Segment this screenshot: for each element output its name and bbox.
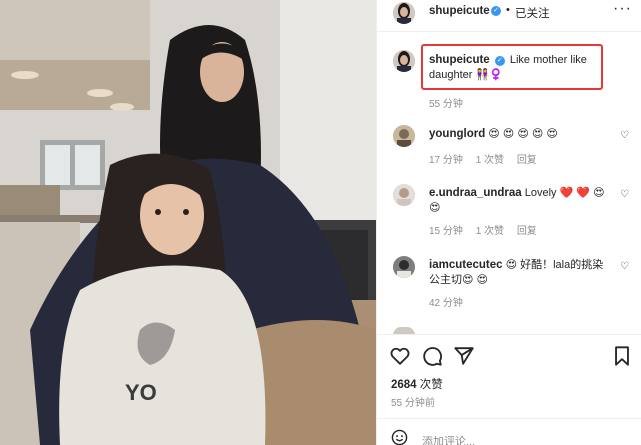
add-comment-bar: 添加评论... bbox=[377, 420, 641, 445]
comment-meta: 17 分钟 1 次赞 回复 bbox=[429, 151, 547, 166]
commenter-avatar[interactable] bbox=[393, 184, 415, 206]
paper-plane-icon[interactable] bbox=[453, 345, 475, 367]
author-avatar[interactable] bbox=[393, 2, 415, 24]
post-caption: shupeicute ✓ Like mother like daughter 👭… bbox=[429, 53, 599, 83]
reply-button[interactable]: 回复 bbox=[517, 226, 537, 237]
comment-like-heart-icon[interactable]: ♡ bbox=[620, 261, 629, 272]
post-photo[interactable]: YO bbox=[0, 0, 376, 445]
comment-meta: 15 分钟 1 次赞 回复 bbox=[429, 222, 547, 237]
caption-author-avatar[interactable] bbox=[393, 50, 415, 72]
caption-time: 55 分钟 bbox=[429, 99, 463, 110]
comment-like-heart-icon[interactable]: ♡ bbox=[620, 189, 629, 200]
posted-time: 55 分钟前 bbox=[391, 398, 435, 409]
verified-badge-icon: ✓ bbox=[494, 56, 505, 66]
bookmark-icon[interactable] bbox=[611, 345, 633, 367]
commenter-avatar[interactable] bbox=[393, 256, 415, 278]
comment-time: 17 分钟 bbox=[429, 155, 463, 166]
follow-status[interactable]: 已关注 bbox=[515, 5, 550, 21]
separator-dot: • bbox=[506, 4, 510, 16]
likes-number: 2684 bbox=[391, 379, 417, 391]
commenter-username[interactable]: e.undraa_undraa bbox=[429, 187, 522, 199]
action-bar bbox=[377, 345, 641, 367]
heart-outline-icon[interactable] bbox=[389, 345, 411, 367]
comment-like-heart-icon[interactable]: ♡ bbox=[620, 130, 629, 141]
comment-time: 15 分钟 bbox=[429, 226, 463, 237]
commenter-username[interactable]: younglord bbox=[429, 128, 485, 140]
caption-meta: 55 分钟 bbox=[429, 95, 473, 110]
likes-unit: 次赞 bbox=[419, 379, 443, 391]
comment-likes[interactable]: 1 次赞 bbox=[476, 155, 504, 166]
svg-text:YO: YO bbox=[125, 380, 157, 405]
actions-divider bbox=[377, 334, 641, 335]
more-dots-icon[interactable]: ··· bbox=[613, 0, 632, 18]
post-detail-pane: shupeicute ✓ • 已关注 ··· shupeicute ✓ Like… bbox=[376, 0, 641, 445]
author-username[interactable]: shupeicute bbox=[429, 5, 490, 17]
post-header: shupeicute ✓ • 已关注 ··· bbox=[377, 0, 641, 24]
header-divider bbox=[377, 31, 641, 32]
comment-input[interactable]: 添加评论... bbox=[422, 433, 475, 445]
post-photo-illustration: YO bbox=[0, 0, 376, 445]
comment-likes[interactable]: 1 次赞 bbox=[476, 226, 504, 237]
comment-input-divider bbox=[377, 418, 641, 419]
verified-badge-icon: ✓ bbox=[491, 6, 501, 16]
caption-username[interactable]: shupeicute bbox=[429, 54, 490, 66]
comment-meta: 42 分钟 bbox=[429, 294, 473, 309]
comment-body: younglord 😍 😍 😍 😍 😍 bbox=[429, 127, 609, 142]
smiley-icon[interactable] bbox=[391, 429, 408, 445]
comment-time: 42 分钟 bbox=[429, 298, 463, 309]
speech-bubble-icon[interactable] bbox=[421, 345, 443, 367]
commenter-avatar[interactable] bbox=[393, 125, 415, 147]
reply-button[interactable]: 回复 bbox=[517, 155, 537, 166]
comment-body: e.undraa_undraa Lovely ❤️ ❤️ 😍 😍 bbox=[429, 186, 609, 216]
comment-text: 😍 😍 😍 😍 😍 bbox=[488, 128, 558, 140]
comment-body: iamcutecutec 😍 好酷！lala的挑染 公主切😍 😍 bbox=[429, 258, 609, 288]
likes-count[interactable]: 2684 次赞 bbox=[391, 376, 443, 392]
commenter-username[interactable]: iamcutecutec bbox=[429, 259, 503, 271]
